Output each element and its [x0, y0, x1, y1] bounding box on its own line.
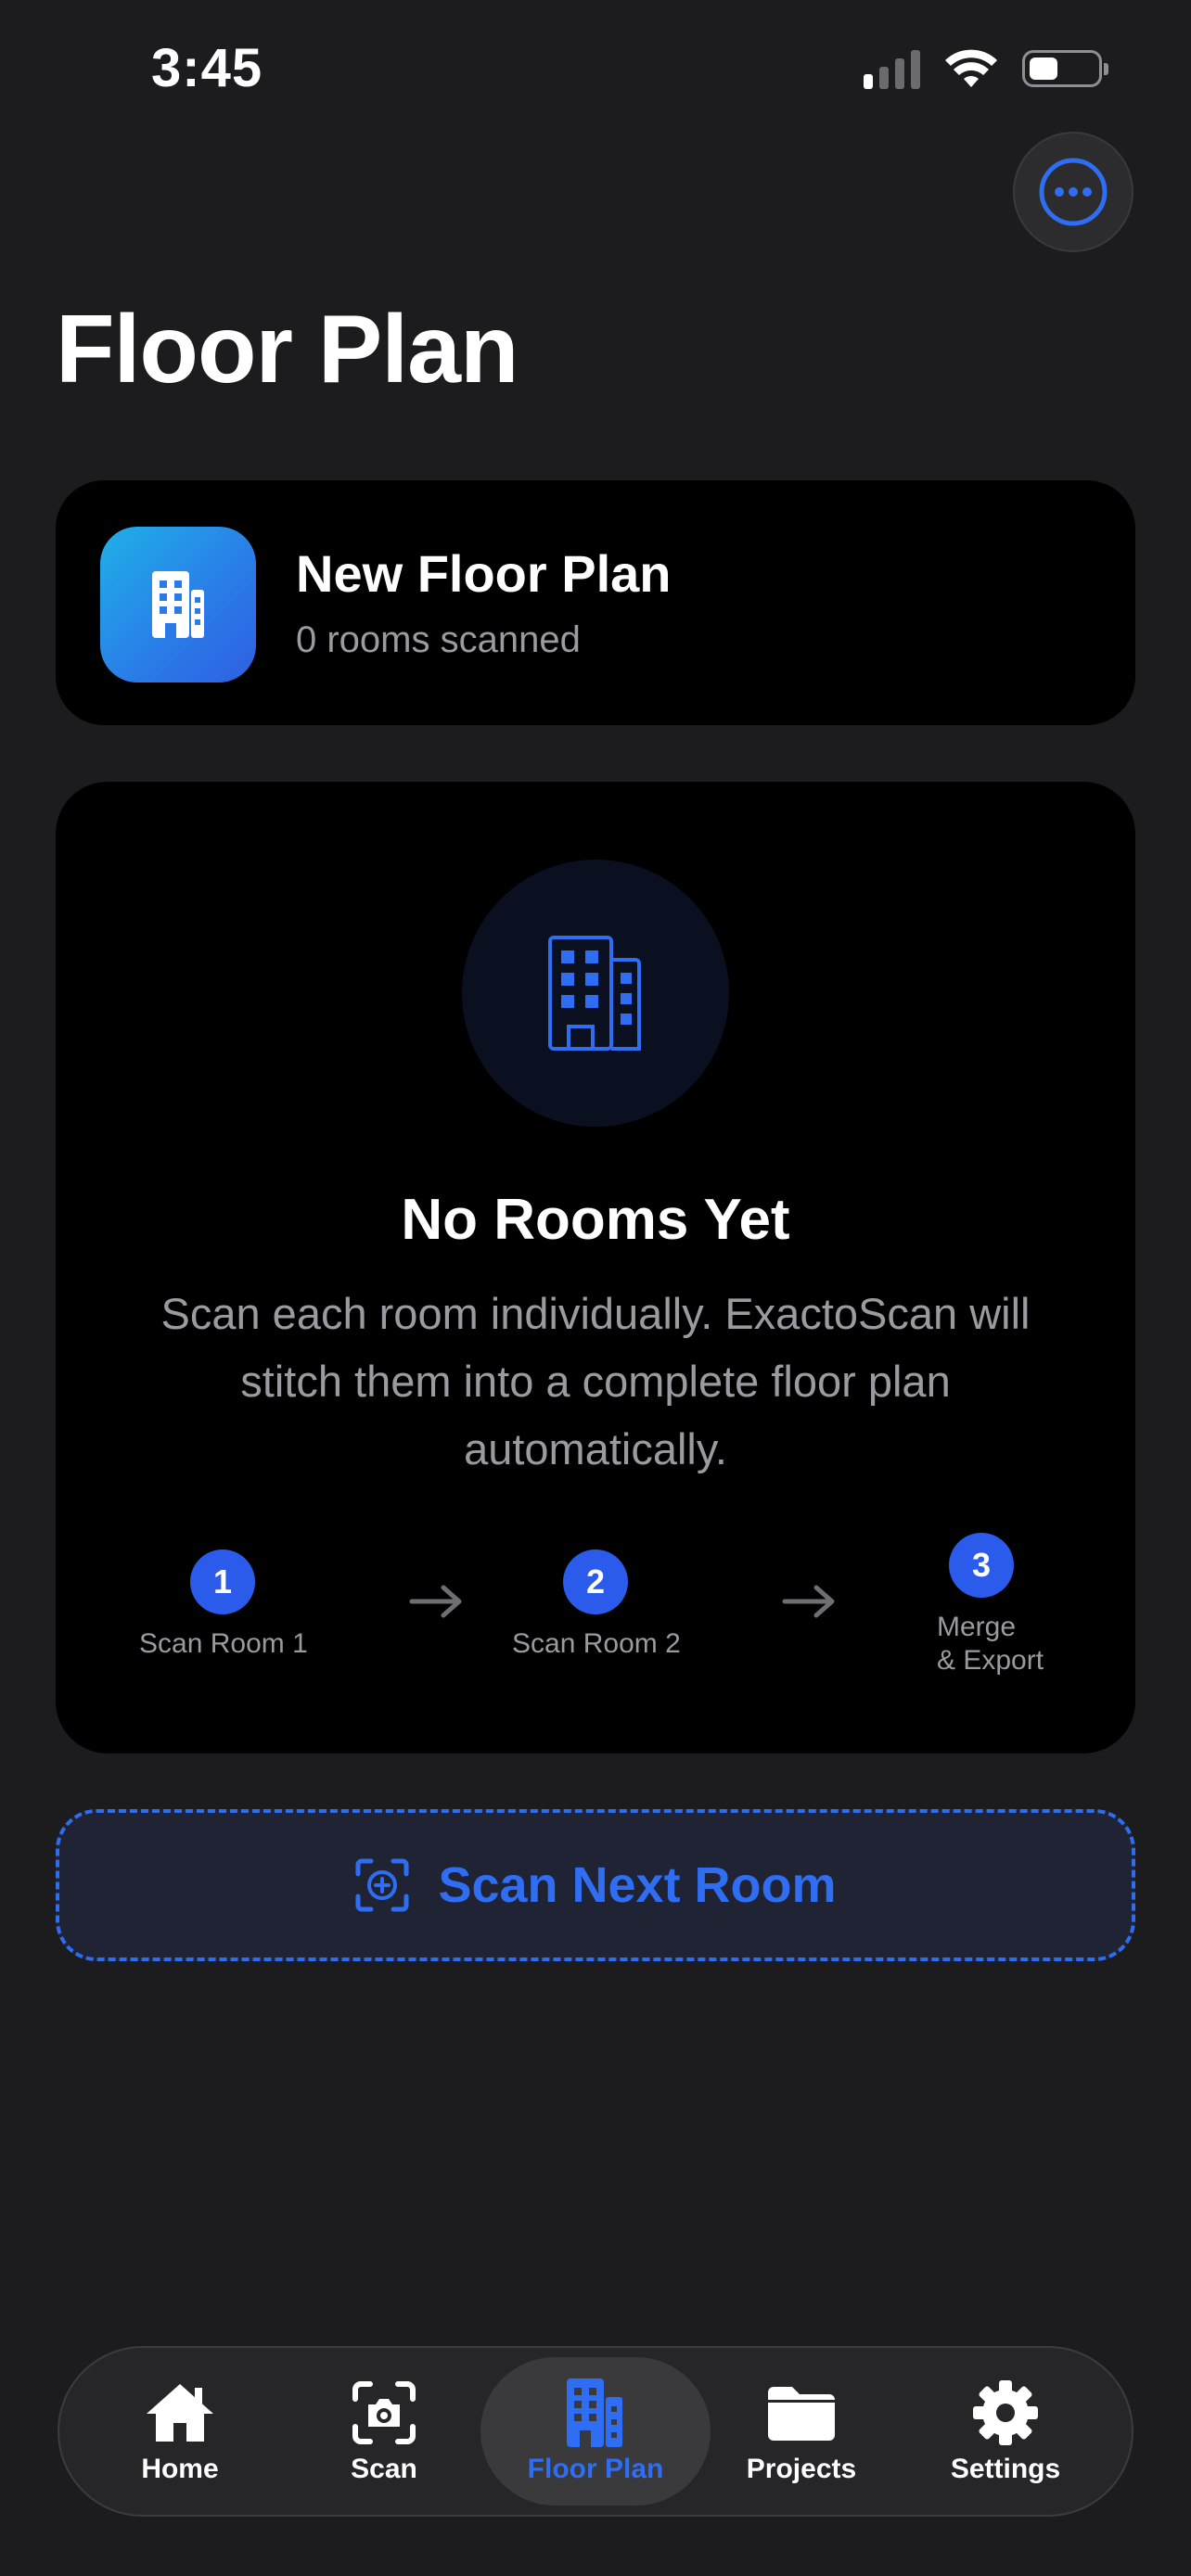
building-icon	[152, 571, 204, 638]
tab-bar: Home Scan Floor Plan Projects Settings	[58, 2346, 1133, 2517]
tab-scan[interactable]: Scan	[301, 2357, 467, 2506]
floor-plan-screen: 3:45 Floor Plan New Floor Plan 0 rooms s…	[0, 0, 1191, 2576]
folder-icon	[768, 2387, 835, 2441]
viewfinder-plus-icon	[355, 1858, 409, 1912]
tab-label: Settings	[950, 2454, 1061, 2484]
plan-name: New Floor Plan	[296, 544, 672, 603]
house-icon	[147, 2384, 213, 2442]
building-icon	[548, 936, 641, 1051]
empty-state-description: Scan each room individually. ExactoScan …	[160, 1289, 1031, 1473]
step-number: 2	[563, 1549, 628, 1614]
arrow-right-icon	[409, 1585, 462, 1618]
tab-label: Scan	[351, 2454, 417, 2484]
ellipsis-circle-icon	[1039, 158, 1108, 226]
battery-icon	[1022, 50, 1108, 87]
status-time: 3:45	[151, 38, 263, 98]
floor-plan-card[interactable]: New Floor Plan 0 rooms scanned	[56, 480, 1135, 725]
step-number: 1	[190, 1549, 255, 1614]
step-label: Merge & Export	[937, 1612, 1044, 1676]
step-label: Scan Room 1	[139, 1628, 308, 1659]
tab-settings[interactable]: Settings	[922, 2357, 1089, 2506]
cellular-signal-icon	[864, 48, 920, 89]
step-3: 3 Merge & Export	[898, 1533, 1065, 1677]
plan-room-count: 0 rooms scanned	[296, 619, 581, 660]
scan-next-room-button[interactable]: Scan Next Room	[56, 1809, 1135, 1961]
scan-next-room-label: Scan Next Room	[438, 1857, 837, 1913]
wifi-icon	[945, 49, 997, 87]
step-2: 2 Scan Room 2	[512, 1549, 681, 1661]
tab-home[interactable]: Home	[96, 2357, 263, 2506]
tab-floor-plan[interactable]: Floor Plan	[480, 2357, 711, 2506]
camera-viewfinder-icon	[352, 2381, 416, 2444]
status-indicators	[864, 48, 1108, 89]
tab-label: Home	[141, 2454, 219, 2484]
empty-state-title: No Rooms Yet	[401, 1188, 790, 1252]
tab-label: Projects	[746, 2454, 857, 2484]
step-number: 3	[949, 1533, 1014, 1598]
empty-state-icon-circle	[462, 860, 729, 1127]
empty-state-card: No Rooms Yet Scan each room individually…	[56, 782, 1135, 1753]
tab-label: Floor Plan	[527, 2454, 664, 2484]
page-title: Floor Plan	[56, 296, 519, 403]
building-icon	[567, 2378, 622, 2447]
step-1: 1 Scan Room 1	[139, 1549, 308, 1661]
plan-thumbnail	[100, 527, 256, 682]
arrow-right-icon	[782, 1585, 835, 1618]
gear-icon	[973, 2380, 1038, 2445]
tab-projects[interactable]: Projects	[718, 2357, 885, 2506]
more-options-button[interactable]	[1013, 132, 1133, 252]
step-label: Scan Room 2	[512, 1628, 681, 1659]
